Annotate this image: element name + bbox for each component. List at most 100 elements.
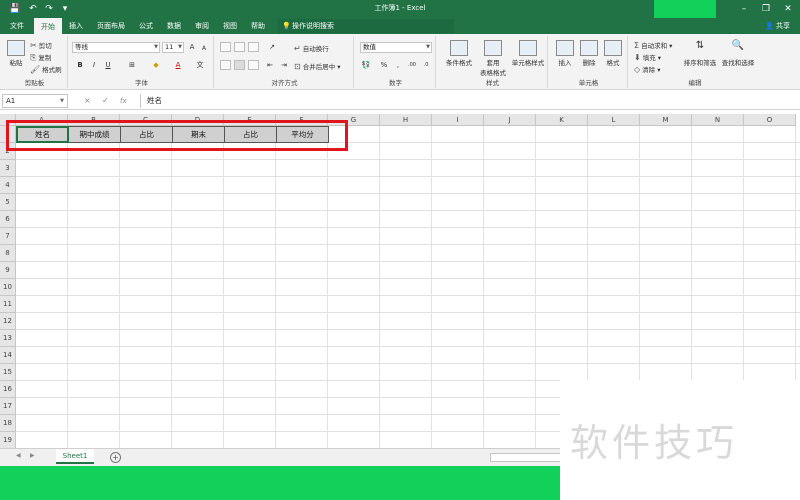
- decrease-decimal-icon[interactable]: .0: [420, 60, 432, 71]
- sheet-tab-sheet1[interactable]: Sheet1: [56, 449, 94, 464]
- row-header-17[interactable]: 17: [0, 398, 16, 415]
- close-icon[interactable]: ✕: [776, 0, 800, 18]
- align-top-icon[interactable]: [220, 42, 231, 52]
- increase-decimal-icon[interactable]: .00: [406, 60, 418, 71]
- prev-sheet-icon[interactable]: ◀: [16, 452, 21, 459]
- copy-button[interactable]: ⎘ 复制: [30, 52, 51, 63]
- cancel-icon[interactable]: ×: [84, 94, 91, 108]
- row-header-13[interactable]: 13: [0, 330, 16, 347]
- column-header-k[interactable]: K: [536, 114, 588, 126]
- decrease-font-button[interactable]: A: [198, 43, 210, 54]
- share-button[interactable]: 👤 共享: [765, 18, 790, 34]
- increase-indent-icon[interactable]: ⇥: [278, 60, 290, 71]
- row-header-14[interactable]: 14: [0, 347, 16, 364]
- column-header-l[interactable]: L: [588, 114, 640, 126]
- number-format-select[interactable]: 数值 ▼: [360, 42, 432, 53]
- font-size-select[interactable]: 11 ▼: [162, 42, 184, 53]
- row-header-7[interactable]: 7: [0, 228, 16, 245]
- conditional-formatting-button[interactable]: 条件格式: [442, 40, 476, 67]
- styles-group: 条件格式 套用 表格格式 单元格样式 样式: [438, 36, 548, 88]
- row-header-5[interactable]: 5: [0, 194, 16, 211]
- person-icon: 👤: [765, 22, 774, 30]
- tab-formulas[interactable]: 公式: [134, 18, 158, 34]
- phonetic-icon[interactable]: 文: [194, 60, 206, 71]
- format-cells-button[interactable]: 格式: [602, 40, 624, 67]
- tab-insert[interactable]: 插入: [64, 18, 88, 34]
- search-icon: 🔍: [731, 40, 745, 51]
- accounting-icon[interactable]: 💱: [360, 60, 372, 71]
- column-header-n[interactable]: N: [692, 114, 744, 126]
- row-header-4[interactable]: 4: [0, 177, 16, 194]
- sort-filter-button[interactable]: ⇅ 排序和筛选: [682, 40, 718, 67]
- clear-button[interactable]: ◇ 清除 ▾: [634, 64, 661, 74]
- name-box[interactable]: A1 ▼: [2, 94, 68, 108]
- format-painter-button[interactable]: 🖌 格式刷: [30, 64, 62, 74]
- sign-in-button[interactable]: [654, 0, 716, 18]
- row-header-10[interactable]: 10: [0, 279, 16, 296]
- decrease-indent-icon[interactable]: ⇤: [264, 60, 276, 71]
- borders-icon[interactable]: ⊞: [126, 60, 138, 71]
- insert-function-icon[interactable]: fx: [120, 94, 127, 108]
- merge-center-button[interactable]: ⊡ 合并后居中 ▾: [294, 61, 341, 71]
- next-sheet-icon[interactable]: ▶: [30, 452, 35, 459]
- column-header-o[interactable]: O: [744, 114, 796, 126]
- enter-icon[interactable]: ✓: [102, 94, 109, 108]
- row-header-11[interactable]: 11: [0, 296, 16, 313]
- delete-cells-button[interactable]: 删除: [578, 40, 600, 67]
- format-as-table-button[interactable]: 套用 表格格式: [476, 40, 510, 77]
- align-right-icon[interactable]: [248, 60, 259, 70]
- row-header-6[interactable]: 6: [0, 211, 16, 228]
- cut-button[interactable]: ✂ 剪切: [30, 40, 52, 50]
- row-header-8[interactable]: 8: [0, 245, 16, 262]
- row-header-19[interactable]: 19: [0, 432, 16, 448]
- row-header-16[interactable]: 16: [0, 381, 16, 398]
- column-header-i[interactable]: I: [432, 114, 484, 126]
- italic-button[interactable]: I: [88, 60, 100, 71]
- row-header-12[interactable]: 12: [0, 313, 16, 330]
- align-left-icon[interactable]: [220, 60, 231, 70]
- add-sheet-icon[interactable]: +: [110, 452, 121, 463]
- row-header-18[interactable]: 18: [0, 415, 16, 432]
- minimize-icon[interactable]: –: [732, 0, 756, 18]
- increase-font-button[interactable]: A: [186, 42, 198, 53]
- clipboard-icon: [7, 40, 25, 56]
- tab-file[interactable]: 文件: [4, 18, 30, 34]
- column-header-m[interactable]: M: [640, 114, 692, 126]
- sigma-icon: Σ: [634, 41, 640, 50]
- column-header-j[interactable]: J: [484, 114, 536, 126]
- tab-review[interactable]: 审阅: [190, 18, 214, 34]
- align-bottom-icon[interactable]: [248, 42, 259, 52]
- tab-view[interactable]: 视图: [218, 18, 242, 34]
- fill-button[interactable]: ⬇ 填充 ▾: [634, 52, 661, 62]
- tab-page-layout[interactable]: 页面布局: [92, 18, 130, 34]
- font-name-select[interactable]: 等线 ▼: [72, 42, 160, 53]
- fill-color-icon[interactable]: ◆: [150, 60, 162, 71]
- tell-me-search[interactable]: 💡操作说明搜索: [278, 19, 454, 33]
- cell-styles-button[interactable]: 单元格样式: [510, 40, 546, 67]
- restore-icon[interactable]: ❐: [754, 0, 778, 18]
- comma-button[interactable]: ,: [392, 60, 404, 71]
- tab-data[interactable]: 数据: [162, 18, 186, 34]
- insert-cells-button[interactable]: 插入: [554, 40, 576, 67]
- orientation-icon[interactable]: ↗: [266, 42, 278, 53]
- row-header-9[interactable]: 9: [0, 262, 16, 279]
- row-header-3[interactable]: 3: [0, 160, 16, 177]
- column-header-h[interactable]: H: [380, 114, 432, 126]
- bold-button[interactable]: B: [74, 60, 86, 71]
- tab-help[interactable]: 帮助: [246, 18, 270, 34]
- align-middle-icon[interactable]: [234, 42, 245, 52]
- underline-button[interactable]: U: [102, 60, 114, 71]
- autosum-button[interactable]: Σ 自动求和 ▾: [634, 40, 672, 50]
- tab-home[interactable]: 开始: [34, 18, 62, 34]
- font-color-icon[interactable]: A: [172, 60, 184, 71]
- row-header-15[interactable]: 15: [0, 364, 16, 381]
- find-select-button[interactable]: 🔍 查找和选择: [718, 40, 758, 67]
- align-center-icon[interactable]: [234, 60, 245, 70]
- wrap-text-button[interactable]: ↵ 自动换行: [294, 43, 329, 53]
- percent-button[interactable]: %: [378, 60, 390, 71]
- paste-button[interactable]: 粘贴: [6, 40, 26, 67]
- horizontal-scrollbar[interactable]: [490, 453, 562, 462]
- formula-input[interactable]: 姓名: [140, 94, 796, 108]
- cells-group-label: 单元格: [578, 79, 599, 87]
- column-gridline: [483, 126, 484, 448]
